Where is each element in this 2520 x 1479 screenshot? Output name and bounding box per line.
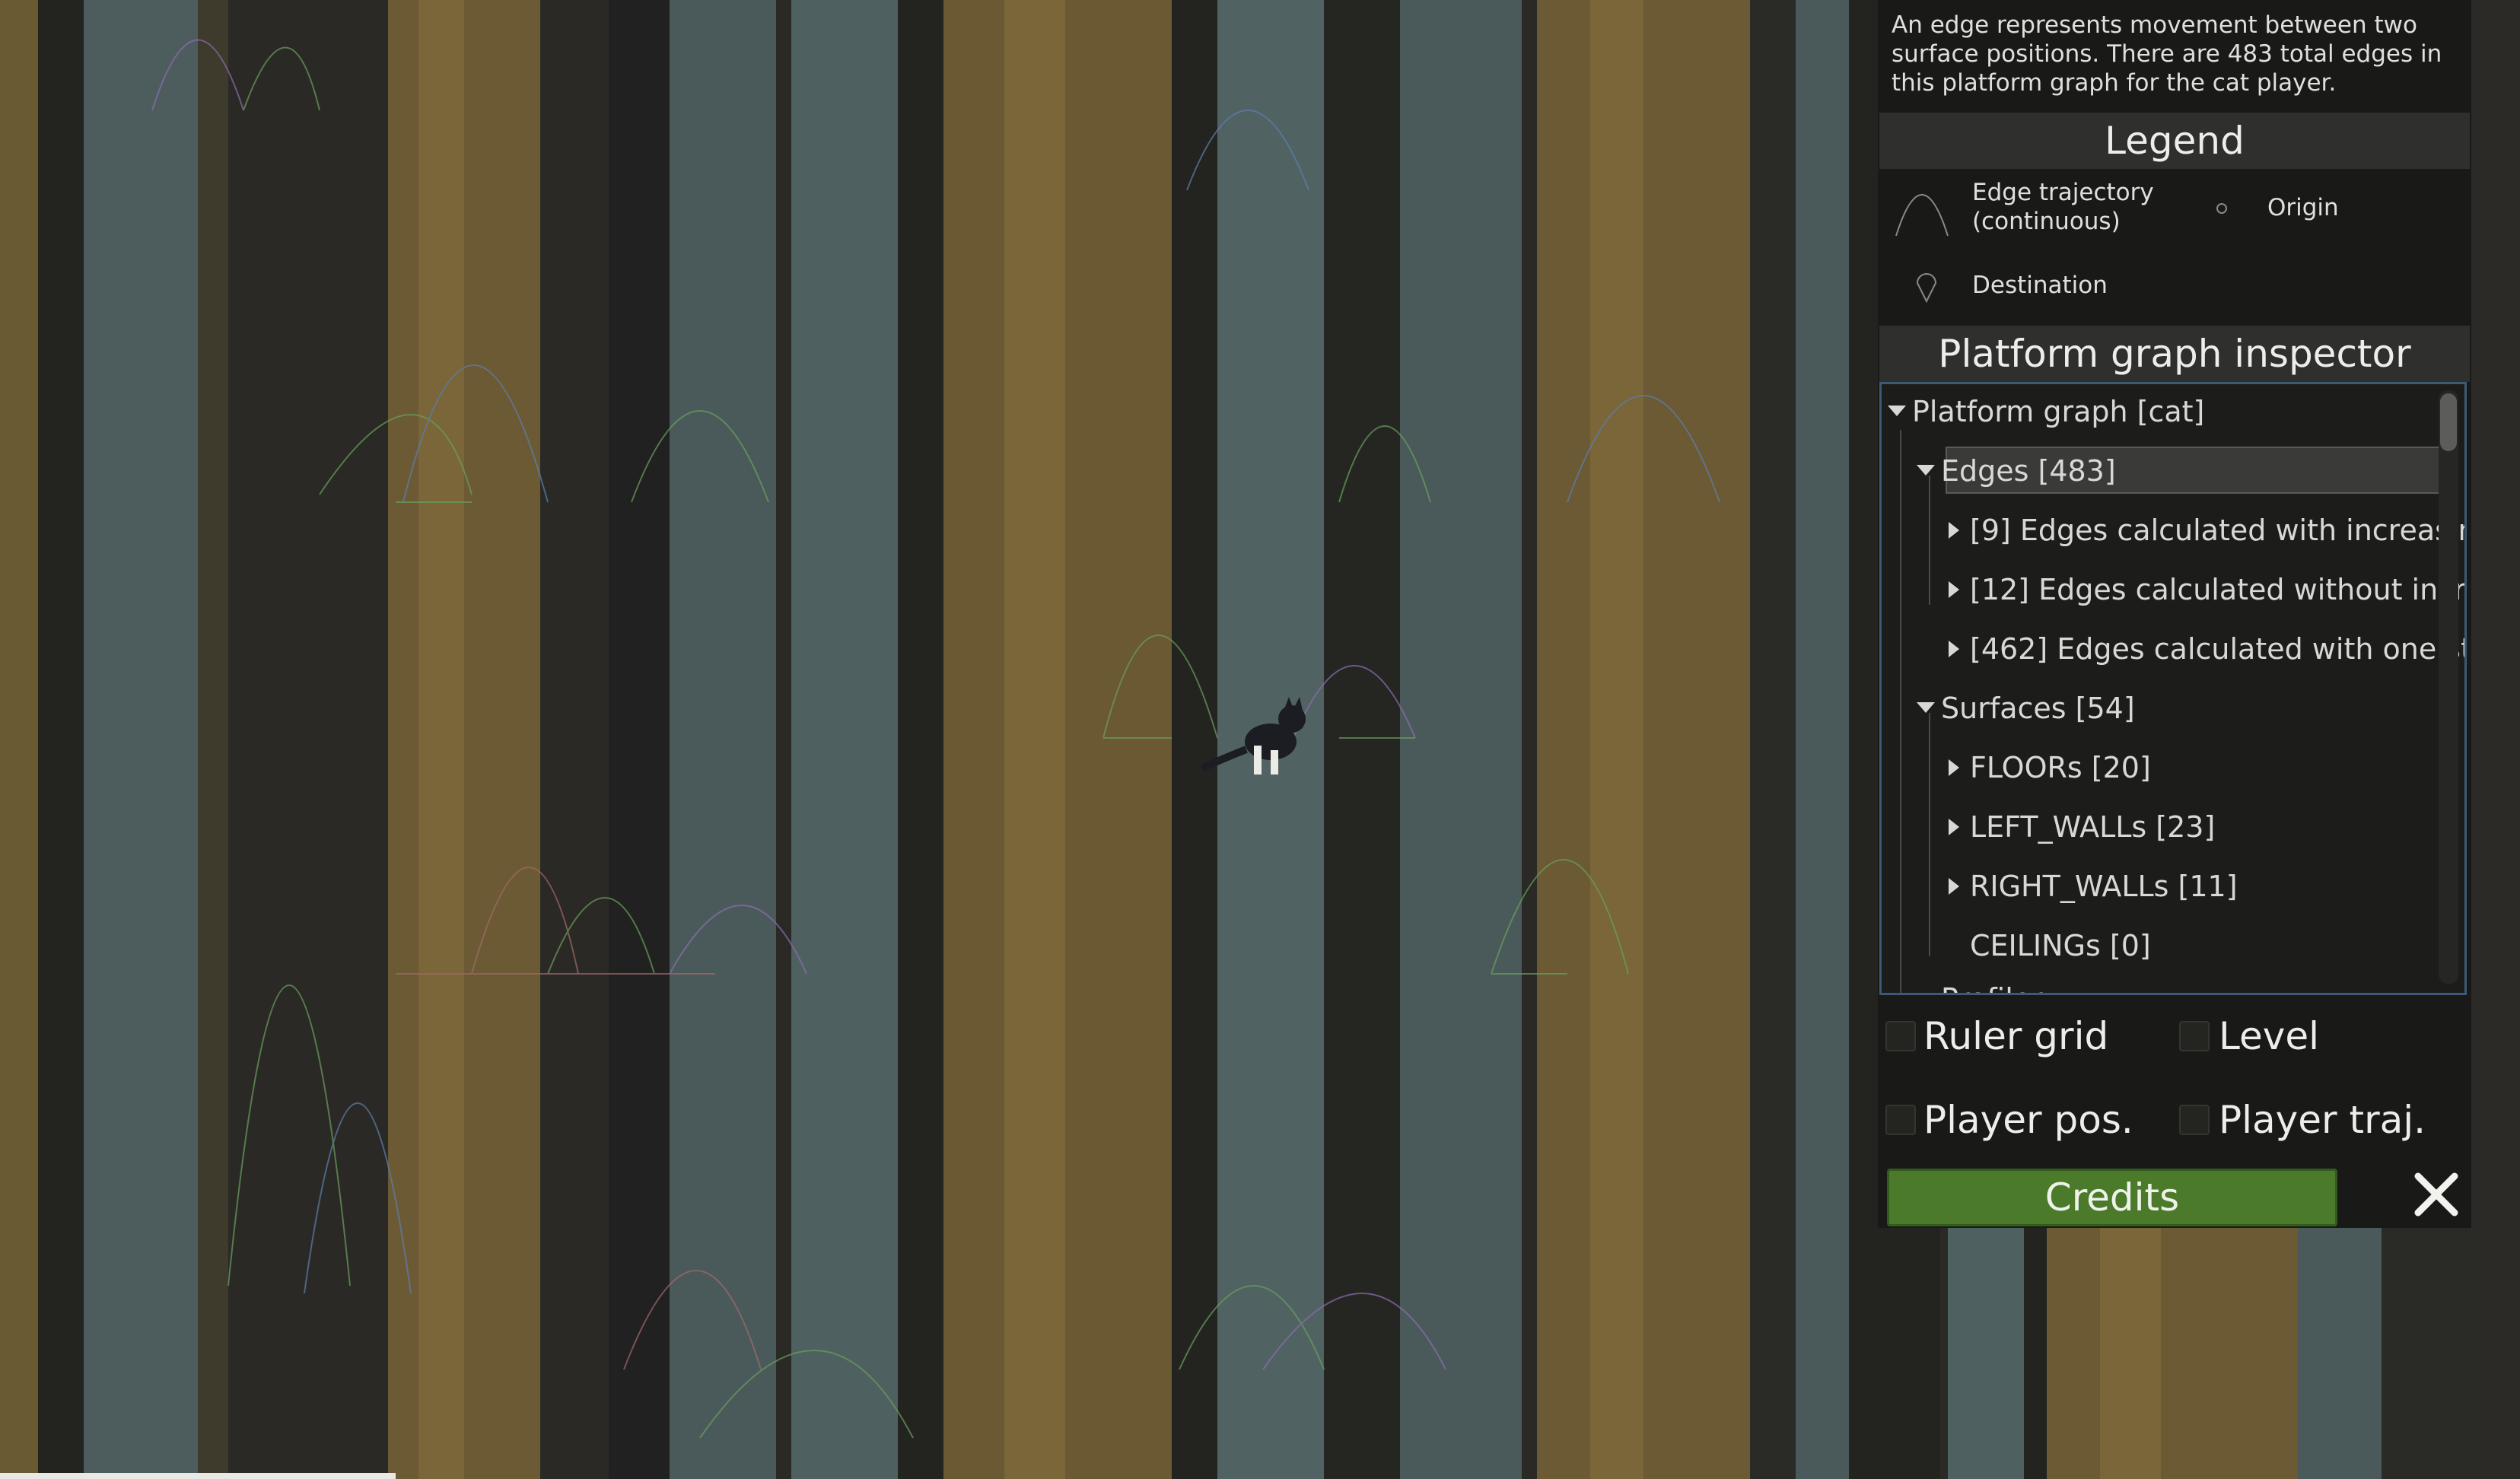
destination-icon: [1916, 273, 1937, 304]
expand-down-icon[interactable]: [1917, 993, 1935, 995]
tree-row-label: Platform graph [cat]: [1912, 395, 2205, 428]
tree-scrollbar[interactable]: [2439, 390, 2458, 984]
tree-row-label: Profiler: [1941, 982, 2043, 993]
tree-row-floors[interactable]: FLOORs [20]: [1949, 745, 2151, 790]
expand-right-icon[interactable]: [1949, 581, 1959, 598]
inspector-title: Platform graph inspector: [1879, 326, 2470, 382]
edge-trajectory-icon: [1895, 194, 1949, 237]
close-icon[interactable]: [2412, 1170, 2461, 1219]
credits-button[interactable]: Credits: [1887, 1169, 2337, 1226]
tree-row-label: RIGHT_WALLs [11]: [1970, 870, 2238, 903]
tree-row-label: [462] Edges calculated with one ste: [1970, 632, 2467, 666]
tree-row-platform-graph[interactable]: Platform graph [cat]: [1888, 389, 2204, 434]
tree-row-label: Edges [483]: [1941, 454, 2116, 488]
tree-row-label: LEFT_WALLs [23]: [1970, 810, 2216, 844]
player-pos-label: Player pos.: [1923, 1098, 2133, 1142]
bottom-light-strip: [0, 1473, 396, 1479]
tree-row-label: CEILINGs [0]: [1970, 929, 2151, 962]
legend-edge-label-2: (continuous): [1972, 208, 2121, 235]
expand-right-icon[interactable]: [1949, 759, 1959, 776]
player-traj-label: Player traj.: [2219, 1098, 2426, 1142]
tree-row-edges-increasing[interactable]: [9] Edges calculated with increasing: [1949, 507, 2467, 553]
tree-row-edges-without[interactable]: [12] Edges calculated without incre: [1949, 567, 2467, 612]
tree-row-edges-one-step[interactable]: [462] Edges calculated with one ste: [1949, 626, 2467, 672]
legend-title: Legend: [1879, 113, 2470, 169]
player-traj-checkbox[interactable]: [2179, 1105, 2210, 1135]
legend-destination-label: Destination: [1972, 272, 2108, 299]
platform-graph-tree[interactable]: Platform graph [cat] Edges [483] [9] Edg…: [1879, 382, 2467, 995]
tree-row-surfaces[interactable]: Surfaces [54]: [1917, 685, 2135, 731]
tree-row-left-walls[interactable]: LEFT_WALLs [23]: [1949, 804, 2215, 850]
tree-row-label: [9] Edges calculated with increasing: [1970, 514, 2467, 547]
tree-row-label: FLOORs [20]: [1970, 751, 2151, 784]
expand-right-icon[interactable]: [1949, 819, 1959, 835]
ruler-grid-checkbox[interactable]: [1885, 1021, 1916, 1051]
tree-row-edges[interactable]: Edges [483]: [1917, 448, 2116, 494]
expand-right-icon[interactable]: [1949, 878, 1959, 895]
debug-panel: An edge represents movement between two …: [1878, 0, 2471, 1228]
level-label: Level: [2219, 1014, 2319, 1058]
legend-origin-label: Origin: [2267, 194, 2339, 221]
expand-down-icon[interactable]: [1917, 465, 1935, 476]
tree-row-right-walls[interactable]: RIGHT_WALLs [11]: [1949, 864, 2238, 909]
right-edge-strip: [2471, 0, 2520, 1479]
player-pos-checkbox[interactable]: [1885, 1105, 1916, 1135]
scrollbar-thumb[interactable]: [2440, 393, 2457, 451]
level-checkbox[interactable]: [2179, 1021, 2210, 1051]
expand-down-icon[interactable]: [1917, 702, 1935, 713]
expand-right-icon[interactable]: [1949, 641, 1959, 657]
ruler-grid-label: Ruler grid: [1923, 1014, 2109, 1058]
tree-row-ceilings[interactable]: CEILINGs [0]: [1949, 923, 2151, 969]
tree-row-profiler[interactable]: Profiler: [1917, 976, 2043, 995]
legend-edge-label-1: Edge trajectory: [1972, 179, 2154, 206]
tree-row-label: [12] Edges calculated without incre: [1970, 573, 2467, 606]
tree-row-label: Surfaces [54]: [1941, 692, 2135, 725]
origin-icon: [2216, 203, 2227, 214]
expand-right-icon[interactable]: [1949, 522, 1959, 539]
edges-description: An edge represents movement between two …: [1892, 11, 2442, 97]
expand-down-icon[interactable]: [1888, 406, 1906, 416]
